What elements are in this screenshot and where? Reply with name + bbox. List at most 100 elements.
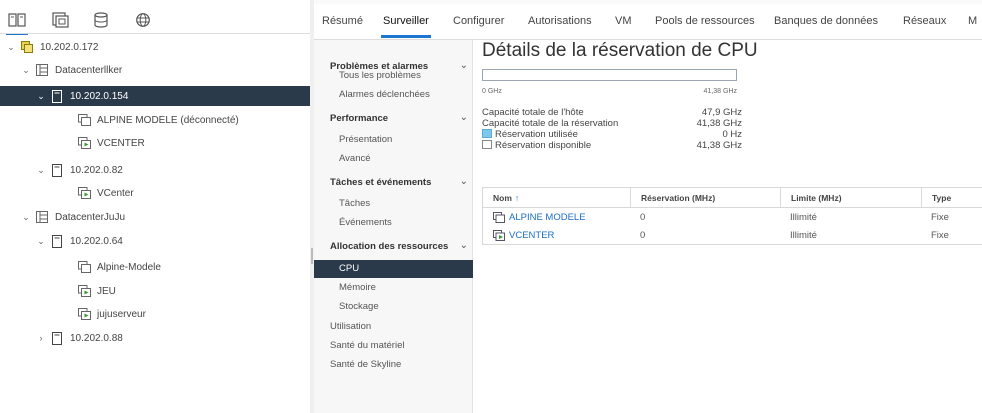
hosts-clusters-tab[interactable] xyxy=(4,9,30,35)
vm-link[interactable]: ALPINE MODELE xyxy=(509,212,586,223)
tree-node[interactable]: ⌄ 10.202.0.172 xyxy=(0,37,310,57)
networking-tab[interactable] xyxy=(130,9,156,31)
object-view: Résumé Surveiller Configurer Autorisatio… xyxy=(314,0,982,413)
object-tabs: Résumé Surveiller Configurer Autorisatio… xyxy=(314,0,982,40)
chevron-down-icon: ⌄ xyxy=(459,176,468,187)
subnav-sante-materiel[interactable]: Santé du matériel xyxy=(330,340,404,351)
chevron-down-icon[interactable]: ⌄ xyxy=(21,212,31,223)
chevron-down-icon[interactable]: ⌄ xyxy=(36,236,46,247)
tree-node-label: DatacenterJuJu xyxy=(55,211,126,223)
reservation-stats: Capacité totale de l'hôte 47,9 GHz Capaci… xyxy=(482,107,742,151)
subnav-cpu[interactable]: CPU xyxy=(314,260,473,278)
column-header-nom[interactable]: Nom ↑ xyxy=(483,188,519,207)
tree-node-label: jujuserveur xyxy=(97,308,146,320)
tree-node[interactable]: ⌄ Datacenterllker xyxy=(0,60,310,80)
host-icon xyxy=(50,234,64,248)
stat-reservation-available: Réservation disponible 41,38 GHz xyxy=(482,140,742,151)
tree-node-label: 10.202.0.64 xyxy=(70,235,123,247)
cell-reservation: 0 xyxy=(640,211,646,223)
column-header-type[interactable]: Type xyxy=(921,188,951,207)
subnav-sante-skyline[interactable]: Santé de Skyline xyxy=(330,359,401,370)
chevron-down-icon: ⌄ xyxy=(459,112,468,123)
vm-icon xyxy=(77,260,91,274)
column-header-reservation[interactable]: Réservation (MHz) xyxy=(630,188,715,207)
subnav-alarmes-declenchees[interactable]: Alarmes déclenchées xyxy=(314,86,473,104)
available-swatch xyxy=(482,140,492,149)
tree-node-label: 10.202.0.82 xyxy=(70,164,123,176)
networking-icon xyxy=(136,13,150,27)
section-taches-evenements[interactable]: Tâches et événements ⌄ xyxy=(330,176,470,188)
monitor-subnav: Problèmes et alarmes ⌄ Tous les problèmes… xyxy=(314,40,473,413)
subnav-avance[interactable]: Avancé xyxy=(314,150,473,168)
subnav-utilisation[interactable]: Utilisation xyxy=(330,321,371,332)
host-icon xyxy=(50,89,64,103)
tab-more[interactable]: M xyxy=(968,15,977,27)
stat-value: 47,9 GHz xyxy=(701,107,742,118)
tab-resume[interactable]: Résumé xyxy=(322,15,363,27)
tab-banques-donnees[interactable]: Banques de données xyxy=(774,15,878,27)
tree-node[interactable]: ⌄ 10.202.0.64 xyxy=(0,231,310,251)
stat-reservation-capacity: Capacité totale de la réservation 41,38 G… xyxy=(482,118,742,129)
section-performance[interactable]: Performance ⌄ xyxy=(330,112,470,124)
reservation-bar xyxy=(482,69,737,81)
tab-surveiller[interactable]: Surveiller xyxy=(381,15,431,38)
chevron-down-icon[interactable]: ⌄ xyxy=(6,42,16,53)
axis-max-label: 41,38 GHz xyxy=(703,88,737,95)
splitter-grip[interactable] xyxy=(311,248,313,264)
chevron-down-icon[interactable]: ⌄ xyxy=(21,65,31,76)
tab-autorisations[interactable]: Autorisations xyxy=(528,15,592,27)
chevron-right-icon[interactable]: › xyxy=(36,333,46,343)
subnav-presentation[interactable]: Présentation xyxy=(314,131,473,149)
subnav-tous-problemes[interactable]: Tous les problèmes xyxy=(314,67,473,85)
vm-on-icon xyxy=(77,186,91,200)
subnav-evenements[interactable]: Événements xyxy=(314,214,473,232)
tree-node[interactable]: VCENTER xyxy=(0,133,310,153)
tree-node[interactable]: › 10.202.0.88 xyxy=(0,328,310,348)
tree-node[interactable]: ⌄ DatacenterJuJu xyxy=(0,207,310,227)
cell-limite: Illimité xyxy=(790,211,817,223)
table-row[interactable]: VCENTER 0 Illimité Fixe xyxy=(483,226,982,244)
vm-on-icon xyxy=(493,229,505,241)
cell-type: Fixe xyxy=(931,211,949,223)
header-label: Nom xyxy=(493,192,512,203)
inventory-panel: ⌄ 10.202.0.172 ⌄ Datacenterllker ⌄ 10.202.0.1… xyxy=(0,0,310,413)
tree-node[interactable]: VCenter xyxy=(0,183,310,203)
axis-min-label: 0 GHz xyxy=(482,88,502,95)
cpu-reservation-details: Détails de la réservation de CPU 0 GHz 4… xyxy=(482,40,982,413)
section-allocation-ressources[interactable]: Allocation des ressources ⌄ xyxy=(330,240,470,252)
vm-reservation-grid: Nom ↑ Réservation (MHz) Limite (MHz) Type… xyxy=(482,187,982,245)
vm-icon xyxy=(77,113,91,127)
tree-node[interactable]: JEU xyxy=(0,281,310,301)
column-header-limite[interactable]: Limite (MHz) xyxy=(780,188,842,207)
cell-reservation: 0 xyxy=(640,229,646,241)
vcenter-icon xyxy=(20,40,34,54)
datacenter-icon xyxy=(35,210,49,224)
vm-link[interactable]: VCENTER xyxy=(509,230,554,241)
tree-node[interactable]: ALPINE MODELE (déconnecté) xyxy=(0,110,310,130)
tree-node-label: Alpine-Modele xyxy=(97,261,161,273)
storage-tab[interactable] xyxy=(88,9,114,31)
stat-value: 41,38 GHz xyxy=(696,118,742,129)
table-row[interactable]: ALPINE MODELE 0 Illimité Fixe xyxy=(483,208,982,226)
storage-icon xyxy=(94,12,108,28)
section-title: Tâches et événements xyxy=(330,177,432,188)
subnav-memoire[interactable]: Mémoire xyxy=(314,279,473,297)
tree-node[interactable]: jujuserveur xyxy=(0,304,310,324)
page-title: Détails de la réservation de CPU xyxy=(482,40,758,61)
tab-reseaux[interactable]: Réseaux xyxy=(903,15,946,27)
tab-pools-ressources[interactable]: Pools de ressources xyxy=(655,15,755,27)
tab-configurer[interactable]: Configurer xyxy=(453,15,504,27)
section-title: Performance xyxy=(330,113,389,124)
vms-templates-tab[interactable] xyxy=(47,9,73,31)
tree-node[interactable]: ⌄ 10.202.0.154 xyxy=(0,86,310,106)
tree-node[interactable]: Alpine-Modele xyxy=(0,257,310,277)
chevron-down-icon[interactable]: ⌄ xyxy=(36,165,46,176)
vm-on-icon xyxy=(77,136,91,150)
inventory-divider xyxy=(0,33,310,34)
subnav-taches[interactable]: Tâches xyxy=(314,195,473,213)
tree-node-label: ALPINE MODELE (déconnecté) xyxy=(97,114,239,126)
chevron-down-icon[interactable]: ⌄ xyxy=(36,91,46,102)
tree-node[interactable]: ⌄ 10.202.0.82 xyxy=(0,160,310,180)
tab-vm[interactable]: VM xyxy=(615,15,632,27)
subnav-stockage[interactable]: Stockage xyxy=(314,298,473,316)
